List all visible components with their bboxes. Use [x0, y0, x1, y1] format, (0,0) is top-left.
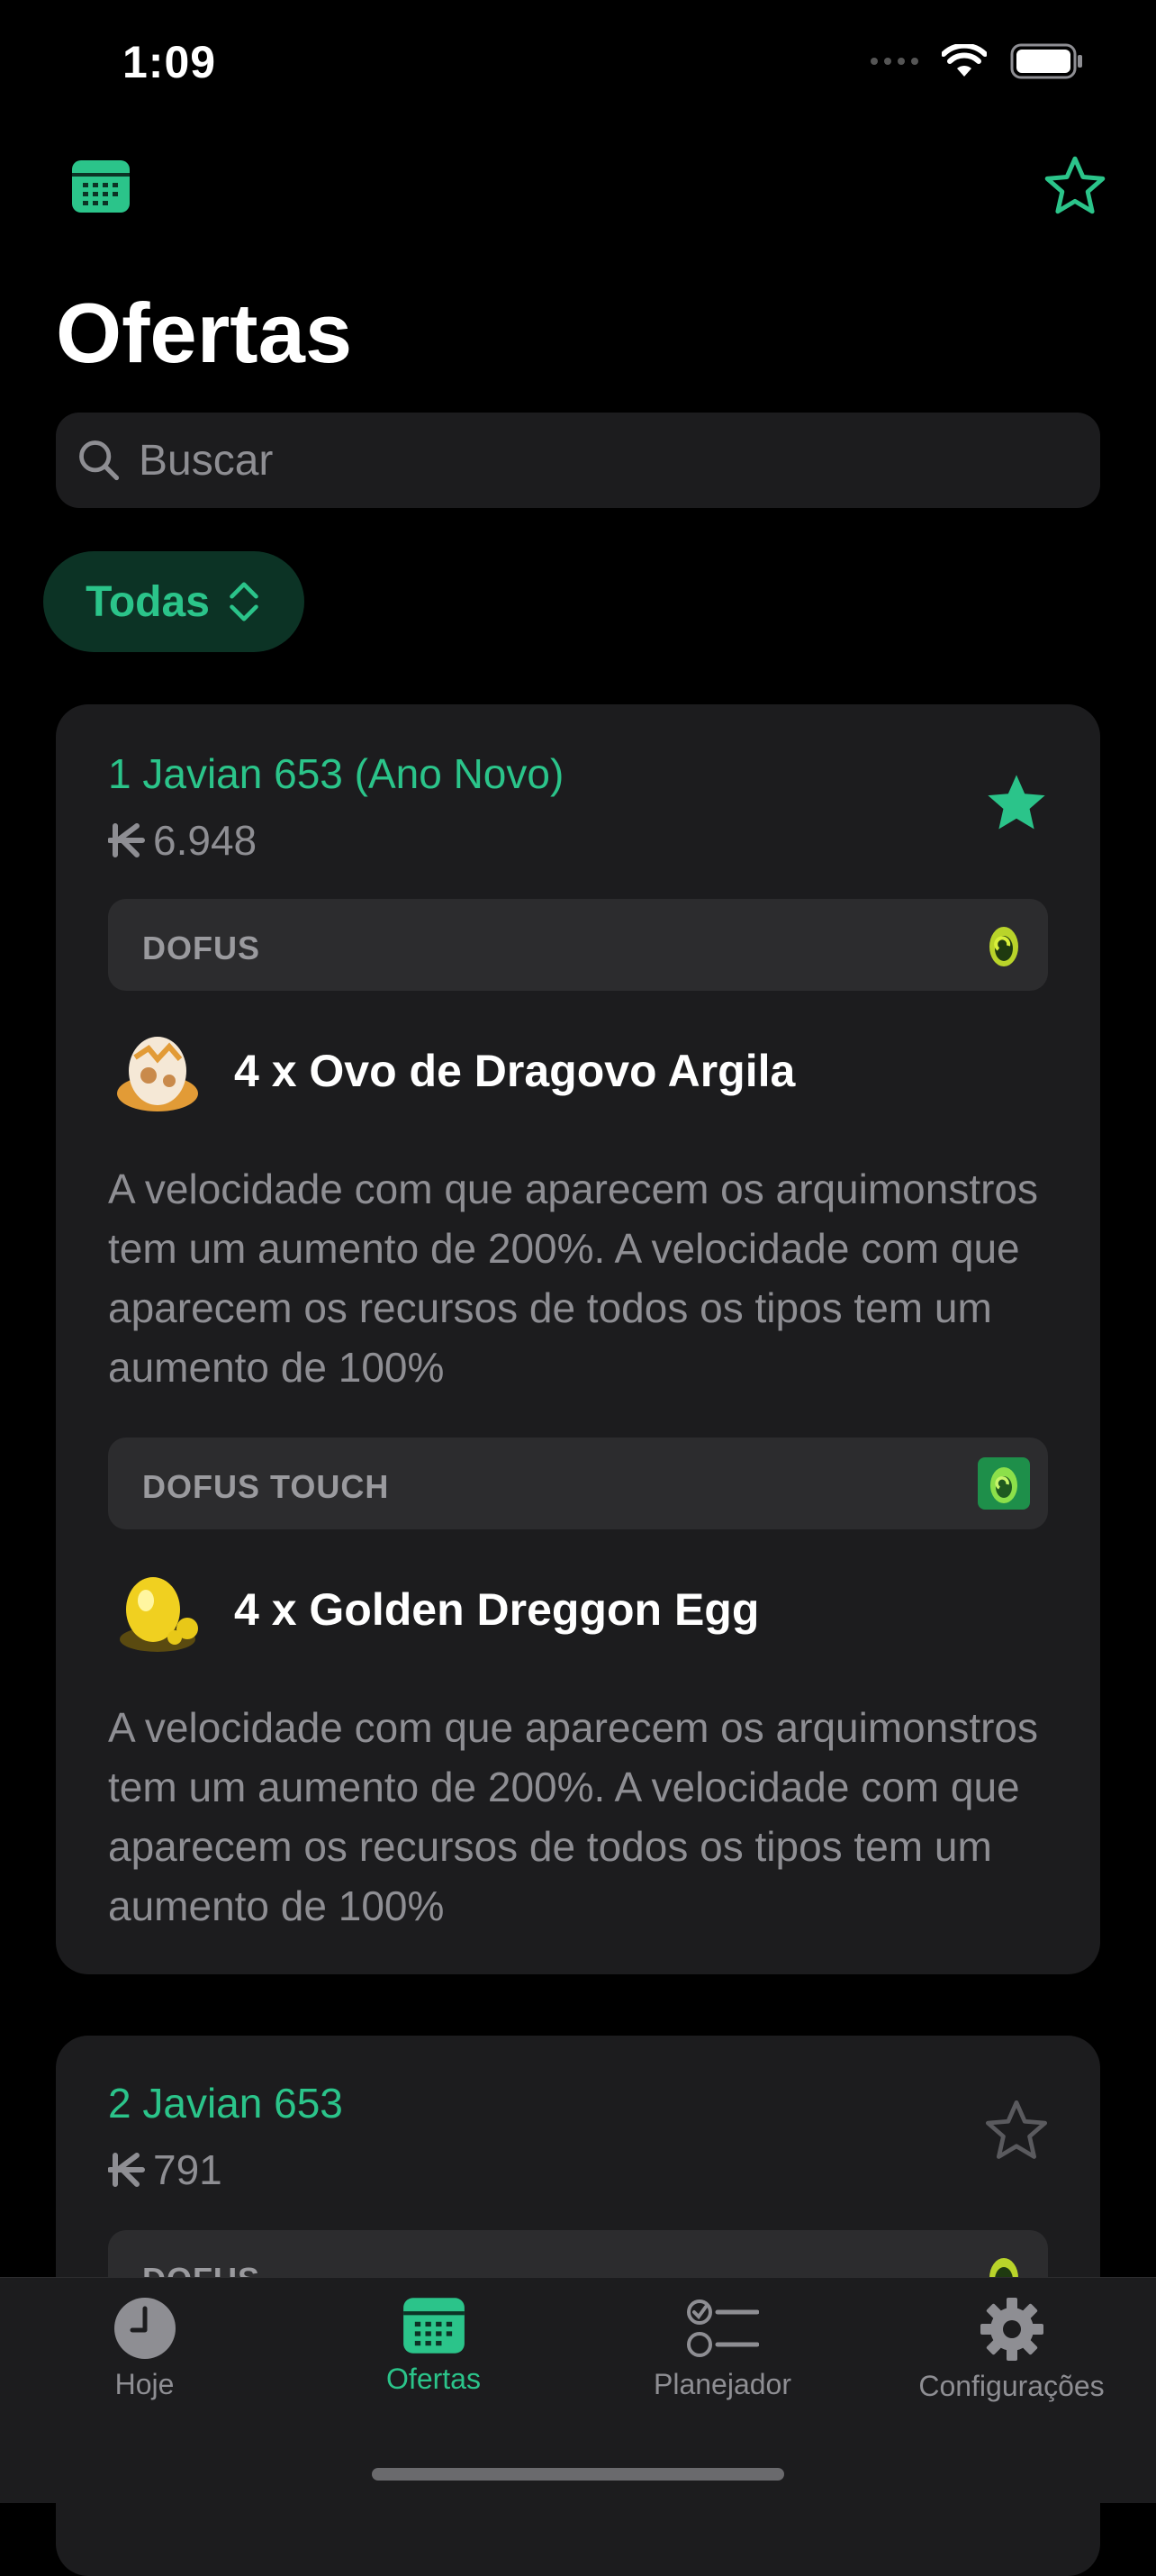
item-description: A velocidade com que aparecem os arquimo… [108, 1166, 1039, 1391]
star-filled-icon [988, 775, 1045, 830]
tab-configuracoes[interactable]: Configurações [867, 2296, 1156, 2403]
signal-icon [871, 58, 918, 65]
search-icon [79, 440, 120, 481]
tab-label: Planejador [654, 2368, 791, 2400]
filter-picker[interactable]: Todas [43, 551, 304, 652]
star-outline-icon [1044, 156, 1106, 214]
offer-date: 1 Javian 653 (Ano Novo) [108, 750, 564, 797]
golden-dragon-egg-icon [120, 1577, 198, 1652]
item-description: A velocidade com que aparecem os arquimo… [108, 1704, 1039, 1929]
gear-icon [980, 2298, 1043, 2361]
star-outline-icon [985, 2100, 1048, 2159]
tab-label: Hoje [114, 2368, 175, 2400]
tab-planejador[interactable]: Planejador [578, 2296, 867, 2401]
item-name: 4 x Ovo de Dragovo Argila [234, 1046, 796, 1096]
kama-currency-icon [108, 2153, 145, 2187]
favorite-toggle[interactable] [981, 769, 1052, 842]
calendar-button[interactable] [70, 159, 131, 219]
offer-price: 6.948 [108, 816, 257, 865]
offer-price-value: 6.948 [153, 817, 257, 864]
status-time: 1:09 [122, 37, 217, 87]
offer-card[interactable]: 1 Javian 653 (Ano Novo) 6.948 DOFUS 4 x … [56, 704, 1100, 1974]
wifi-icon [942, 44, 987, 77]
game-header-dofus-touch: DOFUS TOUCH [108, 1438, 1048, 1529]
filter-label: Todas [86, 577, 210, 626]
offer-price: 791 [108, 2145, 222, 2194]
checklist-icon [686, 2299, 759, 2357]
offer-price-value: 791 [153, 2146, 222, 2193]
dofus-touch-icon [978, 1457, 1030, 1510]
kama-currency-icon [108, 823, 145, 857]
search-input[interactable] [137, 434, 1100, 486]
dofus-egg-icon [989, 927, 1018, 966]
tab-ofertas[interactable]: Ofertas [289, 2296, 578, 2396]
offer-item: 4 x Ovo de Dragovo Argila [108, 1021, 795, 1120]
offer-date: 2 Javian 653 [108, 2080, 343, 2127]
page-title: Ofertas [56, 286, 353, 380]
status-icons [871, 43, 1084, 79]
calendar-icon [402, 2298, 465, 2354]
battery-icon [1010, 43, 1082, 79]
favorites-button[interactable] [1041, 153, 1109, 224]
tab-hoje[interactable]: Hoje [0, 2296, 289, 2401]
tab-label: Configurações [918, 2370, 1105, 2402]
item-name: 4 x Golden Dreggon Egg [234, 1584, 760, 1635]
home-indicator[interactable] [372, 2468, 784, 2481]
offer-item: 4 x Golden Dreggon Egg [108, 1560, 759, 1659]
game-label: DOFUS [142, 930, 260, 966]
search-bar[interactable] [56, 413, 1100, 508]
clock-icon [113, 2298, 176, 2359]
game-header-dofus: DOFUS [108, 899, 1048, 991]
chevron-updown-icon [230, 582, 258, 621]
game-label: DOFUS TOUCH [142, 1468, 390, 1505]
calendar-icon [72, 160, 130, 213]
favorite-toggle[interactable] [981, 2097, 1052, 2170]
clay-dragon-egg-icon [117, 1037, 198, 1111]
tab-label: Ofertas [386, 2363, 481, 2395]
